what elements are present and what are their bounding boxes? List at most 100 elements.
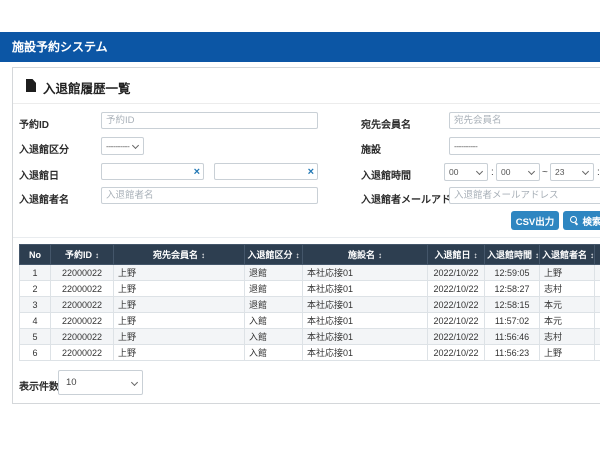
time-tilde: ~ [542,167,548,178]
table-row: 422000022上野入館本社応接012022/10/2211:57:02本元 [20,313,600,329]
col-header-person-name[interactable]: 入退館者名↕ [540,245,595,265]
cell: 退館 [245,297,303,313]
label-reservation-id: 予約ID [19,116,49,131]
cell: 本社応接01 [303,313,428,329]
chevron-down-icon [528,168,535,175]
cell: 2022/10/22 [428,313,485,329]
col-header-date[interactable]: 入退館日↕ [428,245,485,265]
cell: 11:56:23 [485,345,540,361]
time-minute-from-select[interactable]: 00 [496,163,540,181]
page-size-select[interactable]: 10 [58,370,143,395]
cell: 退館 [245,265,303,281]
facility-value: ---------- [454,141,477,151]
cell: 上野 [114,313,245,329]
cell: 2022/10/22 [428,345,485,361]
date-from-input[interactable]: × [101,163,204,180]
cell: 志村 [540,281,595,297]
cell: 22000022 [51,313,114,329]
cell: 3 [20,297,51,313]
cell: 2022/10/22 [428,297,485,313]
label-date: 入退館日 [19,167,59,182]
cell: 志村 [540,329,595,345]
search-button[interactable]: 検索 [563,211,600,230]
person-name-input[interactable] [101,187,318,204]
reservation-id-input[interactable] [101,112,318,129]
table-header-row: No 予約ID↕ 宛先会員名↕ 入退館区分↕ 施設名↕ 入退館日↕ 入退館時間↕… [20,245,600,265]
table-body: 122000022上野退館本社応接012022/10/2212:59:05上野2… [20,265,600,361]
cell: 12:58:15 [485,297,540,313]
sort-icon[interactable]: ↕ [95,251,99,260]
table-row: 622000022上野入館本社応接012022/10/2211:56:23上野 [20,345,600,361]
sort-icon[interactable]: ↕ [535,251,539,260]
cell: 本元 [540,297,595,313]
chevron-down-icon [131,379,138,386]
cell: 退館 [245,281,303,297]
category-select[interactable]: ---------- [101,137,144,155]
table-row: 122000022上野退館本社応接012022/10/2212:59:05上野 [20,265,600,281]
cell: 本社応接01 [303,265,428,281]
label-time: 入退館時間 [361,167,411,182]
sort-icon[interactable]: ↕ [296,251,300,260]
chevron-down-icon [582,168,589,175]
email-input[interactable] [449,187,600,204]
cell [595,297,600,313]
cell [595,313,600,329]
time-hour-from-select[interactable]: 00 [444,163,488,181]
col-header-member-name[interactable]: 宛先会員名↕ [114,245,245,265]
minute-from-value: 00 [501,167,510,177]
time-colon: : [597,167,600,178]
table-row: 522000022上野入館本社応接012022/10/2211:56:46志村 [20,329,600,345]
page-size-label: 表示件数 [19,378,59,393]
table-row: 222000022上野退館本社応接012022/10/2212:58:27志村 [20,281,600,297]
search-icon [570,216,579,225]
col-header-extra[interactable] [595,245,600,265]
cell: 22000022 [51,297,114,313]
cell: 6 [20,345,51,361]
member-name-input[interactable] [449,112,600,129]
cell: 2 [20,281,51,297]
cell: 上野 [540,265,595,281]
col-header-facility[interactable]: 施設名↕ [303,245,428,265]
cell: 入館 [245,313,303,329]
cell: 上野 [114,281,245,297]
cell: 22000022 [51,265,114,281]
cell: 1 [20,265,51,281]
page-size-value: 10 [66,377,77,388]
date-to-input[interactable]: × [214,163,318,180]
col-header-no: No [20,245,51,265]
cell: 12:59:05 [485,265,540,281]
label-person-name: 入退館者名 [19,191,69,206]
facility-select[interactable]: ---------- [449,137,600,155]
divider [13,237,600,238]
sort-icon[interactable]: ↕ [590,251,594,260]
col-header-reservation-id[interactable]: 予約ID↕ [51,245,114,265]
category-value: ---------- [106,141,129,151]
cell: 本社応接01 [303,345,428,361]
sort-icon[interactable]: ↕ [201,251,205,260]
chevron-down-icon [132,142,139,149]
cell: 11:56:46 [485,329,540,345]
clear-icon[interactable]: × [308,165,314,180]
sort-icon[interactable]: ↕ [474,251,478,260]
clear-icon[interactable]: × [194,165,200,180]
cell: 22000022 [51,345,114,361]
cell: 入館 [245,345,303,361]
cell: 本社応接01 [303,297,428,313]
cell: 本社応接01 [303,281,428,297]
time-hour-to-select[interactable]: 23 [550,163,594,181]
col-header-category[interactable]: 入退館区分↕ [245,245,303,265]
col-header-time[interactable]: 入退館時間↕ [485,245,540,265]
app-header: 施設予約システム [0,32,600,62]
cell: 11:57:02 [485,313,540,329]
hour-to-value: 23 [555,167,564,177]
label-category: 入退館区分 [19,141,69,156]
cell: 上野 [114,265,245,281]
sort-icon[interactable]: ↕ [378,251,382,260]
app-title: 施設予約システム [0,32,600,62]
csv-export-button[interactable]: CSV出力 [511,211,559,230]
cell: 上野 [114,297,245,313]
cell: 上野 [540,345,595,361]
hour-from-value: 00 [449,167,458,177]
cell: 2022/10/22 [428,329,485,345]
time-colon: : [491,167,494,178]
